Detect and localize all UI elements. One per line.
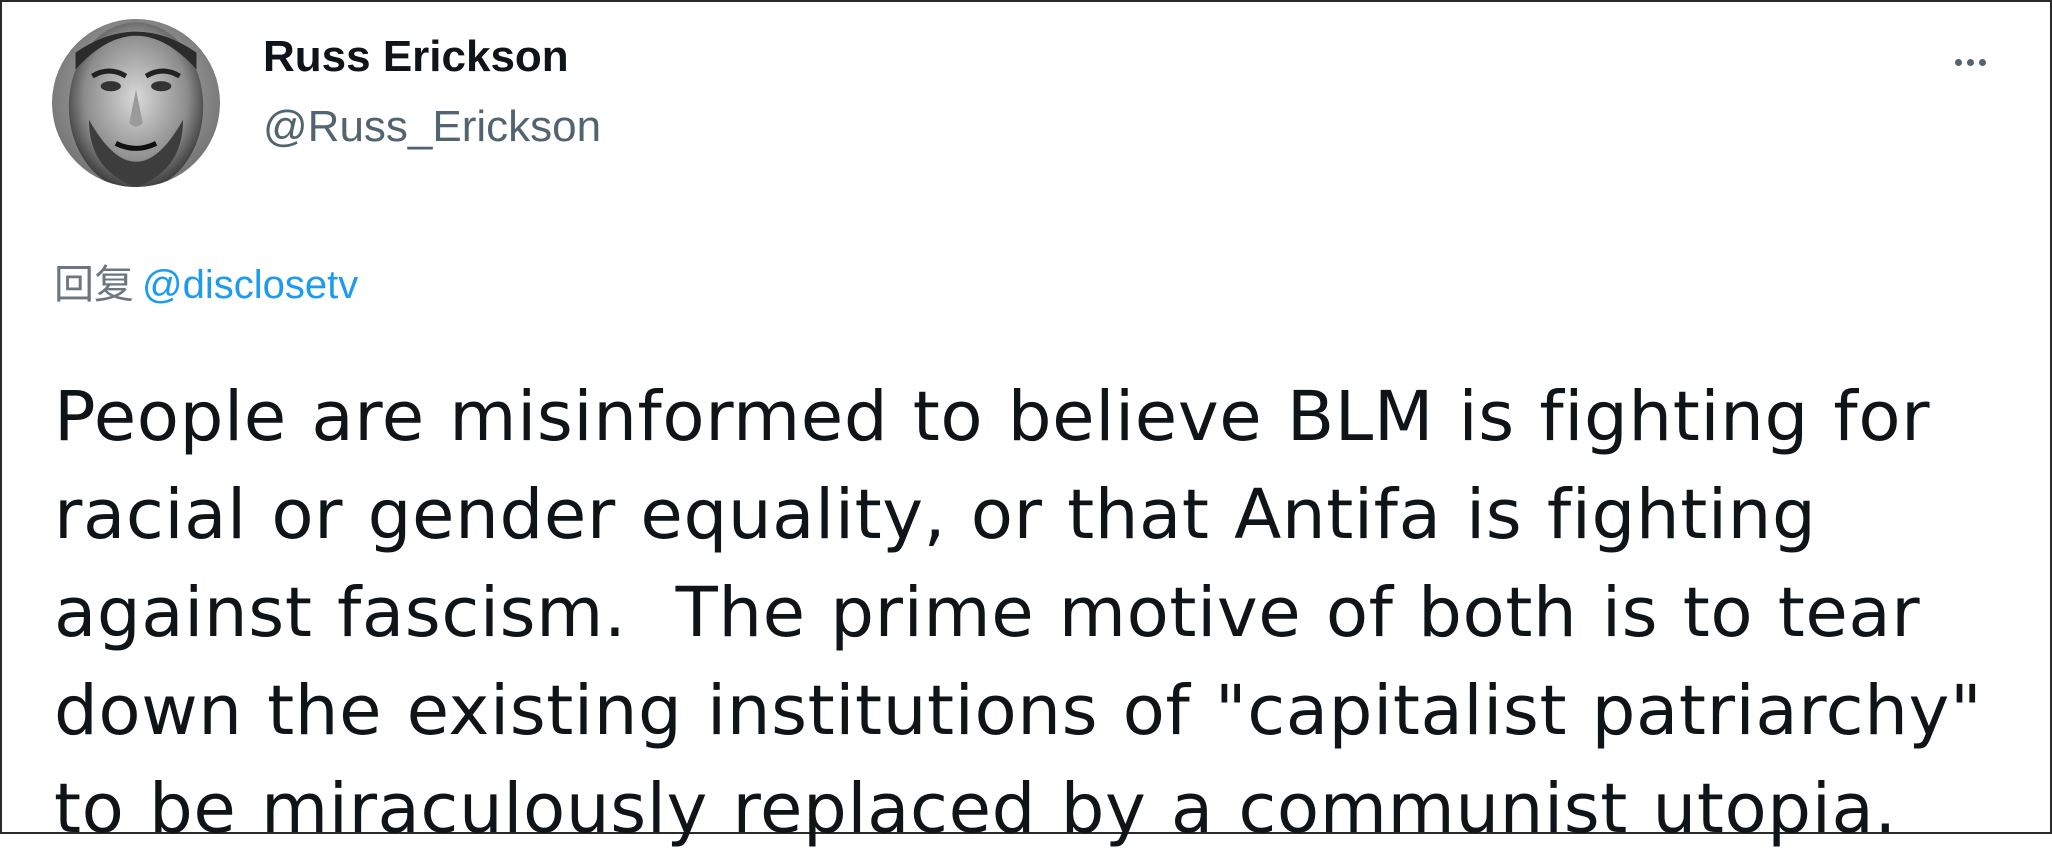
avatar[interactable] (52, 19, 220, 187)
reply-context: 回复 @disclosetv (54, 252, 358, 310)
tweet-text: People are misinformed to believe BLM is… (54, 368, 2004, 858)
more-horizontal-icon (1966, 58, 1974, 66)
author-display-name[interactable]: Russ Erickson (263, 32, 569, 82)
tweet-text-line: against fascism. The prime motive of bot… (54, 573, 1921, 653)
more-horizontal-icon (1978, 58, 1986, 66)
author-handle[interactable]: @Russ_Erickson (263, 102, 601, 152)
tweet-text-line: down the existing institutions of "capit… (54, 671, 1983, 751)
user-avatar-photo-icon (52, 19, 220, 187)
tweet-text-line: People are misinformed to believe BLM is… (54, 377, 1931, 457)
tweet-text-line: to be miraculously replaced by a communi… (54, 769, 1897, 849)
more-horizontal-icon (1954, 58, 1962, 66)
tweet-text-line: racial or gender equality, or that Antif… (54, 475, 1817, 555)
more-options-button[interactable] (1938, 40, 2002, 84)
reply-prefix: 回复 (54, 262, 134, 308)
reply-mention-link[interactable]: @disclosetv (142, 263, 358, 307)
tweet-card: Russ Erickson @Russ_Erickson 回复 @disclose… (0, 0, 2052, 849)
